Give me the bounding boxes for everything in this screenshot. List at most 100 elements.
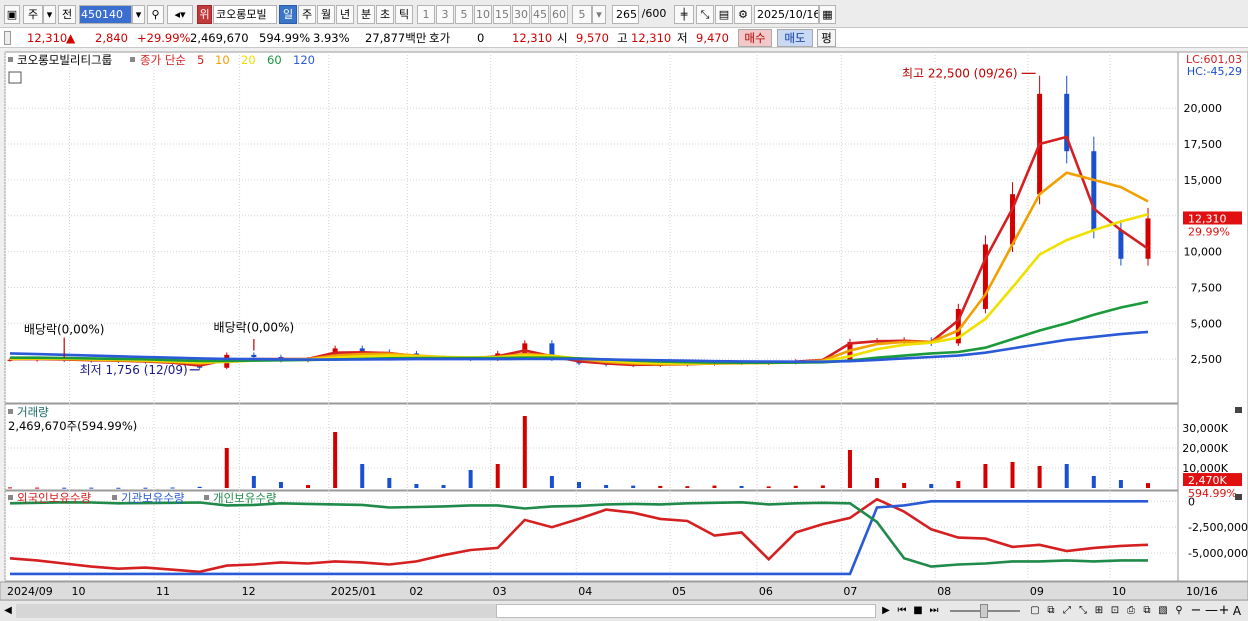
eval-button[interactable]: 평 (817, 29, 836, 47)
minute-option[interactable]: 30 (512, 5, 530, 24)
save-icon[interactable]: ▤ (715, 5, 733, 24)
stock-chart[interactable]: 2024/09 10 11 12 2025/01 02 03 04 05 06 07 08 09 10 10… (0, 50, 1248, 600)
volume-bar (278, 482, 283, 488)
low-annotation: 최저 1,756 (12/09) (80, 363, 188, 377)
stop-icon[interactable]: ■ (912, 604, 924, 618)
legend-ma-period: 10 (215, 53, 230, 67)
y-tick-label: 15,000 (1184, 174, 1223, 187)
image-icon[interactable]: ▧ (1156, 604, 1170, 618)
volume-bar (658, 486, 663, 488)
volume-bar (1064, 464, 1069, 488)
chevron-down-icon[interactable]: ▾ (43, 5, 56, 24)
volume-bar (441, 485, 446, 488)
volume-bar (197, 486, 202, 488)
calendar-icon[interactable]: ▦ (819, 5, 836, 24)
holdings-tick-label: 0 (1188, 495, 1195, 508)
period-week[interactable]: 주 (298, 5, 316, 24)
count-input[interactable]: 265 (612, 5, 639, 24)
zoom-slider-handle[interactable] (980, 604, 988, 618)
print-icon[interactable]: ⎙ (1124, 604, 1138, 618)
volume-bar (631, 485, 636, 488)
volume-bar (35, 487, 40, 489)
minute-option[interactable]: 60 (550, 5, 568, 24)
volume-bar (522, 416, 527, 488)
x-tick-label: 08 (937, 585, 951, 598)
volume-bar (306, 485, 311, 488)
change-value: 2,840 (95, 31, 128, 45)
scroll-thumb[interactable] (496, 604, 876, 618)
layout-icon[interactable]: ▣ (4, 5, 20, 24)
minute-option[interactable]: 15 (493, 5, 511, 24)
copy-icon[interactable]: ⧉ (1140, 604, 1154, 618)
shrink-icon[interactable]: ⤡ (1076, 604, 1090, 618)
gear-icon[interactable]: ⚙ (734, 5, 752, 24)
holdings-legend: 기관보유수량 (121, 491, 185, 505)
holdings-legend: 개인보유수량 (213, 491, 277, 505)
minute-option[interactable]: 10 (474, 5, 492, 24)
sound-icon[interactable]: ◂▾ (167, 5, 193, 24)
candle-style-icon[interactable]: ╪ (674, 5, 694, 24)
period-second[interactable]: 초 (376, 5, 394, 24)
period-minute[interactable]: 분 (357, 5, 375, 24)
period-day[interactable]: 일 (279, 5, 297, 24)
volume-bar (224, 448, 229, 488)
sell-button[interactable]: 매도 (777, 29, 813, 47)
high-label: 고 (617, 31, 628, 45)
volume-bar (251, 476, 256, 488)
panel-close-icon (1235, 494, 1242, 500)
prev-button[interactable]: 전 (58, 5, 76, 24)
volume-bar (739, 486, 744, 488)
lock-icon[interactable]: ⊡ (1108, 604, 1122, 618)
x-tick-label: 04 (578, 585, 592, 598)
y-tick-label: 17,500 (1184, 138, 1223, 151)
zoom-out-icon[interactable]: − (1190, 604, 1202, 618)
search-icon[interactable]: ⚲ (147, 5, 164, 24)
fast-forward-icon[interactable]: ⏭ (927, 604, 941, 618)
interval-select[interactable]: 5 (572, 5, 592, 24)
stock-code-input[interactable]: 450140 (79, 5, 132, 24)
volume-bar (1037, 466, 1042, 488)
minute-option[interactable]: 1 (417, 5, 435, 24)
zoom-icon[interactable]: ⚲ (1172, 604, 1186, 618)
market-select[interactable]: 주 (23, 5, 43, 24)
zoom-in-icon[interactable]: + (1218, 604, 1230, 618)
legend-marker (8, 495, 13, 500)
volume-bar (604, 485, 609, 488)
draw-tool-icon[interactable]: ⤡ (696, 5, 714, 24)
period-tick[interactable]: 틱 (395, 5, 413, 24)
volume-bar (820, 485, 825, 488)
window-icon[interactable]: ▢ (1028, 604, 1042, 618)
font-size-icon[interactable]: A (1231, 604, 1243, 618)
pin-icon[interactable]: ⊞ (1092, 604, 1106, 618)
legend-marker (204, 495, 209, 500)
window-copy-icon[interactable]: ⧉ (1044, 604, 1058, 618)
x-tick-label: 2024/09 (7, 585, 53, 598)
x-tick-label: 12 (242, 585, 256, 598)
minus-icon[interactable]: — (1205, 604, 1218, 618)
minute-option[interactable]: 45 (531, 5, 549, 24)
buy-button[interactable]: 매수 (738, 29, 772, 47)
volume-bar (1010, 462, 1015, 488)
scroll-right-button[interactable]: ▶ (880, 604, 892, 618)
holdings-legend: 외국인보유수량 (17, 491, 91, 505)
rewind-icon[interactable]: ⏮ (895, 604, 909, 618)
date-input[interactable]: 2025/10/16 (754, 5, 819, 24)
candle-body (1091, 151, 1097, 231)
volume-tick-label: 30,000K (1182, 422, 1228, 435)
crosshair-icon[interactable]: ⤢ (1060, 604, 1074, 618)
up-arrow-icon: ▲ (66, 31, 76, 45)
volume-bar (1146, 483, 1150, 488)
scroll-left-button[interactable]: ◀ (2, 604, 14, 618)
period-month[interactable]: 월 (317, 5, 335, 24)
scroll-bar[interactable]: ◀ ▶ ⏮ ■ ⏭ ▢ ⧉ ⤢ ⤡ ⊞ ⊡ ⎙ ⧉ ▧ ⚲ − — + A (0, 600, 1248, 621)
volume-tick-label: 10,000K (1182, 462, 1228, 475)
minute-option[interactable]: 3 (436, 5, 454, 24)
interval-dropdown-icon[interactable]: ▾ (592, 5, 606, 24)
stock-name-field[interactable]: 코오롱모빌 (213, 5, 277, 24)
minute-option[interactable]: 5 (455, 5, 473, 24)
code-dropdown-icon[interactable]: ▾ (132, 5, 145, 24)
period-year[interactable]: 년 (336, 5, 354, 24)
y-tick-label: 20,000 (1184, 102, 1223, 115)
scroll-track[interactable] (16, 604, 496, 618)
hoga-label: 호가 (429, 31, 451, 45)
